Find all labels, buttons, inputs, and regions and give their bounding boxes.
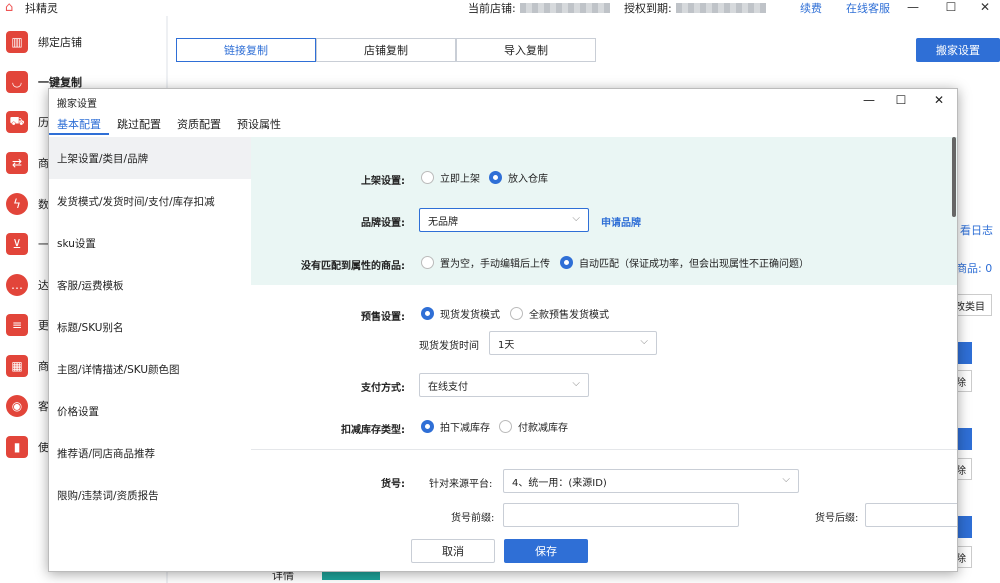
sku-prefix-label: 货号前缀: bbox=[451, 513, 495, 524]
radio-auto-match[interactable]: 自动匹配（保证成功率，但会出现属性不正确问题） bbox=[560, 255, 809, 270]
sku-suffix-input[interactable] bbox=[865, 503, 957, 527]
listing-label: 上架设置: bbox=[361, 176, 405, 187]
settings-nav: 上架设置/类目/品牌 发货模式/发货时间/支付/库存扣减 sku设置 客服/运费… bbox=[49, 137, 251, 529]
radio-off-icon bbox=[421, 171, 434, 184]
brand-select[interactable]: 无品牌 ⌵ bbox=[419, 208, 589, 232]
current-shop-label: 当前店铺: bbox=[468, 2, 516, 15]
brand-label: 品牌设置: bbox=[361, 218, 405, 229]
nav-price-settings[interactable]: 价格设置 bbox=[49, 390, 251, 432]
radio-to-warehouse[interactable]: 放入仓库 bbox=[489, 170, 548, 185]
radio-off-icon bbox=[421, 256, 434, 269]
nav-service-freight[interactable]: 客服/运费模板 bbox=[49, 264, 251, 306]
move-settings-button[interactable]: 搬家设置 bbox=[916, 38, 1000, 62]
dialog-minimize-icon[interactable]: — bbox=[859, 92, 879, 108]
nav-listing-category-brand[interactable]: 上架设置/类目/品牌 bbox=[49, 137, 251, 179]
move-settings-dialog: 搬家设置 — ☐ ✕ 基本配置 跳过配置 资质配置 预设属性 上架设置/类目/品… bbox=[48, 88, 958, 572]
dialog-tabs: 基本配置 跳过配置 资质配置 预设属性 bbox=[49, 115, 289, 135]
tab-basic-config[interactable]: 基本配置 bbox=[49, 115, 109, 135]
auth-label: 授权到期: bbox=[624, 2, 672, 15]
nav-recommendation[interactable]: 推荐语/同店商品推荐 bbox=[49, 432, 251, 474]
radio-spot-mode[interactable]: 现货发货模式 bbox=[421, 306, 500, 321]
tab-preset-attributes[interactable]: 预设属性 bbox=[229, 115, 289, 135]
chevron-down-icon: ⌵ bbox=[782, 474, 790, 485]
radio-order-deduct[interactable]: 拍下减库存 bbox=[421, 419, 490, 434]
copy-mode-tabs: 链接复制 店铺复制 导入复制 bbox=[176, 38, 596, 62]
radio-presale-mode[interactable]: 全款预售发货模式 bbox=[510, 306, 609, 321]
close-icon[interactable]: ✕ bbox=[970, 0, 1000, 16]
chat-icon: … bbox=[6, 274, 28, 296]
swap-icon: ⇄ bbox=[6, 152, 28, 174]
grid-icon: ▦ bbox=[6, 355, 28, 377]
radio-on-icon bbox=[560, 256, 573, 269]
auth-date-redacted bbox=[675, 3, 766, 13]
view-log-link[interactable]: 看日志 bbox=[960, 222, 993, 238]
radio-off-icon bbox=[510, 307, 523, 320]
cancel-button[interactable]: 取消 bbox=[411, 539, 495, 563]
dialog-footer: 取消 保存 bbox=[49, 529, 957, 571]
nav-sku-settings[interactable]: sku设置 bbox=[49, 222, 251, 264]
shop-icon: ▥ bbox=[6, 31, 28, 53]
divider bbox=[251, 449, 957, 450]
bolt-icon: ϟ bbox=[6, 193, 28, 215]
renew-link[interactable]: 续费 bbox=[800, 0, 822, 16]
stock-label: 扣减库存类型: bbox=[341, 425, 405, 436]
headset-icon: ◉ bbox=[6, 395, 28, 417]
auth-expiry: 授权到期: bbox=[624, 0, 766, 16]
online-service-link[interactable]: 在线客服 bbox=[846, 0, 890, 16]
radio-set-empty[interactable]: 置为空，手动编辑后上传 bbox=[421, 255, 550, 270]
shop-name-redacted bbox=[519, 3, 610, 13]
bag-icon: ◡ bbox=[6, 71, 28, 93]
radio-payment-deduct[interactable]: 付款减库存 bbox=[499, 419, 568, 434]
sidebar-item-bind-shop[interactable]: ▥ 绑定店铺 bbox=[0, 26, 166, 58]
ship-time-label: 现货发货时间 bbox=[419, 341, 479, 352]
presale-label: 预售设置: bbox=[361, 312, 405, 323]
list-icon: ≡ bbox=[6, 314, 28, 336]
apply-brand-link[interactable]: 申请品牌 bbox=[601, 214, 641, 229]
current-shop: 当前店铺: bbox=[468, 0, 610, 16]
radio-off-icon bbox=[499, 420, 512, 433]
scrollbar[interactable] bbox=[952, 137, 956, 217]
cart-icon: ⊻ bbox=[6, 233, 28, 255]
radio-on-icon bbox=[421, 420, 434, 433]
dialog-title: 搬家设置 bbox=[57, 99, 97, 110]
tab-link-copy[interactable]: 链接复制 bbox=[176, 38, 316, 62]
tab-import-copy[interactable]: 导入复制 bbox=[456, 38, 596, 62]
payment-label: 支付方式: bbox=[361, 383, 405, 394]
tab-qualification-config[interactable]: 资质配置 bbox=[169, 115, 229, 135]
sku-suffix-label: 货号后缀: bbox=[815, 513, 859, 524]
home-icon: ⌂ bbox=[5, 0, 14, 15]
truck-icon: ⛟ bbox=[6, 111, 28, 133]
goods-count: 商品: 0 bbox=[956, 262, 993, 275]
dialog-close-icon[interactable]: ✕ bbox=[929, 92, 949, 108]
chevron-down-icon: ⌵ bbox=[572, 213, 580, 224]
settings-content: 上架设置: 立即上架 放入仓库 品牌设置: 无品牌 ⌵ 申请品牌 没有匹配到属性的… bbox=[251, 137, 957, 529]
book-icon: ▮ bbox=[6, 436, 28, 458]
radio-on-icon bbox=[421, 307, 434, 320]
save-button[interactable]: 保存 bbox=[504, 539, 588, 563]
chevron-down-icon: ⌵ bbox=[640, 336, 648, 347]
payment-select[interactable]: 在线支付 ⌵ bbox=[419, 373, 589, 397]
unmatched-label: 没有匹配到属性的商品: bbox=[301, 261, 405, 272]
ship-time-select[interactable]: 1天 ⌵ bbox=[489, 331, 657, 355]
nav-shipping-payment-stock[interactable]: 发货模式/发货时间/支付/库存扣减 bbox=[49, 180, 251, 222]
tab-skip-config[interactable]: 跳过配置 bbox=[109, 115, 169, 135]
source-platform-select[interactable]: 4、统一用：(来源ID) ⌵ bbox=[503, 469, 799, 493]
sku-no-label: 货号: bbox=[381, 479, 405, 490]
sku-prefix-input[interactable] bbox=[503, 503, 739, 527]
nav-images-details[interactable]: 主图/详情描述/SKU颜色图 bbox=[49, 348, 251, 390]
dialog-maximize-icon[interactable]: ☐ bbox=[891, 92, 911, 108]
radio-list-now[interactable]: 立即上架 bbox=[421, 170, 480, 185]
chevron-down-icon: ⌵ bbox=[572, 378, 580, 389]
minimize-icon[interactable]: — bbox=[898, 0, 928, 16]
radio-on-icon bbox=[489, 171, 502, 184]
nav-title-sku-alias[interactable]: 标题/SKU别名 bbox=[49, 306, 251, 348]
source-platform-label: 针对来源平台: bbox=[429, 479, 493, 490]
nav-limit-banned-words[interactable]: 限购/违禁词/资质报告 bbox=[49, 474, 251, 516]
tab-shop-copy[interactable]: 店铺复制 bbox=[316, 38, 456, 62]
app-title: 抖精灵 bbox=[25, 2, 58, 15]
maximize-icon[interactable]: ☐ bbox=[936, 0, 966, 16]
